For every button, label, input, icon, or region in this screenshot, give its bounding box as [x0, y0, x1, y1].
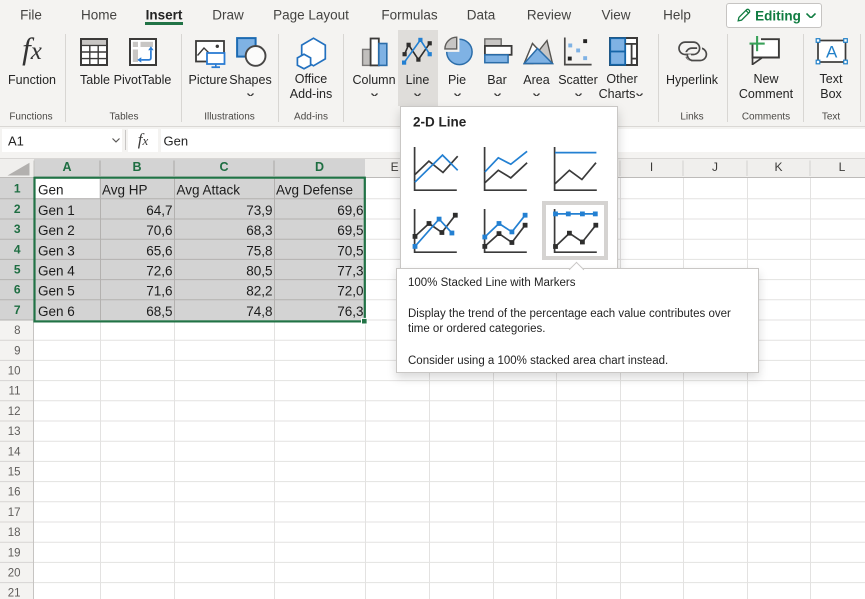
svg-text:18: 18	[8, 527, 21, 539]
svg-text:69,6: 69,6	[337, 203, 363, 218]
svg-text:Avg HP: Avg HP	[102, 183, 148, 198]
svg-text:82,2: 82,2	[246, 284, 272, 299]
svg-text:70,5: 70,5	[337, 243, 363, 258]
svg-text:15: 15	[8, 467, 21, 479]
svg-text:C: C	[219, 160, 228, 174]
svg-text:J: J	[712, 160, 718, 174]
svg-text:76,3: 76,3	[337, 304, 363, 319]
svg-text:75,8: 75,8	[246, 243, 272, 258]
svg-text:K: K	[774, 160, 782, 174]
svg-text:72,0: 72,0	[337, 284, 363, 299]
svg-text:72,6: 72,6	[146, 264, 172, 279]
svg-text:A: A	[62, 160, 71, 174]
svg-text:80,5: 80,5	[246, 264, 272, 279]
svg-text:Gen 2: Gen 2	[38, 223, 75, 238]
svg-text:I: I	[650, 160, 653, 174]
svg-text:Gen 4: Gen 4	[38, 264, 75, 279]
svg-text:11: 11	[9, 386, 21, 398]
svg-text:73,9: 73,9	[246, 203, 272, 218]
svg-text:12: 12	[8, 406, 21, 418]
svg-text:Gen 3: Gen 3	[38, 243, 75, 258]
svg-text:64,7: 64,7	[146, 203, 172, 218]
svg-text:74,8: 74,8	[246, 304, 272, 319]
svg-text:20: 20	[8, 568, 21, 580]
svg-text:Gen: Gen	[38, 183, 64, 198]
svg-text:69,5: 69,5	[337, 223, 363, 238]
svg-text:14: 14	[8, 446, 21, 458]
svg-text:16: 16	[8, 487, 21, 499]
svg-text:5: 5	[14, 263, 21, 277]
svg-text:D: D	[315, 160, 324, 174]
svg-text:68,3: 68,3	[246, 223, 272, 238]
svg-text:4: 4	[14, 242, 21, 256]
svg-text:77,3: 77,3	[337, 264, 363, 279]
svg-text:68,5: 68,5	[146, 304, 172, 319]
svg-text:E: E	[391, 160, 399, 174]
svg-text:8: 8	[14, 325, 20, 337]
svg-text:13: 13	[8, 426, 21, 438]
svg-text:Gen 6: Gen 6	[38, 304, 75, 319]
svg-text:71,6: 71,6	[146, 284, 172, 299]
svg-text:9: 9	[14, 345, 20, 357]
svg-text:21: 21	[8, 588, 21, 599]
svg-text:Gen 5: Gen 5	[38, 284, 75, 299]
svg-text:A: A	[826, 43, 838, 62]
svg-text:3: 3	[14, 222, 21, 236]
svg-text:7: 7	[14, 303, 21, 317]
svg-text:6: 6	[14, 283, 21, 297]
svg-text:Avg Attack: Avg Attack	[177, 183, 241, 198]
svg-text:10: 10	[8, 366, 21, 378]
svg-text:70,6: 70,6	[146, 223, 172, 238]
svg-text:65,6: 65,6	[146, 243, 172, 258]
svg-text:Gen 1: Gen 1	[38, 203, 75, 218]
svg-text:L: L	[839, 160, 846, 174]
svg-text:2: 2	[14, 202, 21, 216]
svg-text:17: 17	[8, 507, 21, 519]
svg-text:1: 1	[14, 182, 21, 196]
svg-text:19: 19	[8, 547, 21, 559]
svg-text:B: B	[132, 160, 141, 174]
svg-text:Avg Defense: Avg Defense	[276, 183, 353, 198]
